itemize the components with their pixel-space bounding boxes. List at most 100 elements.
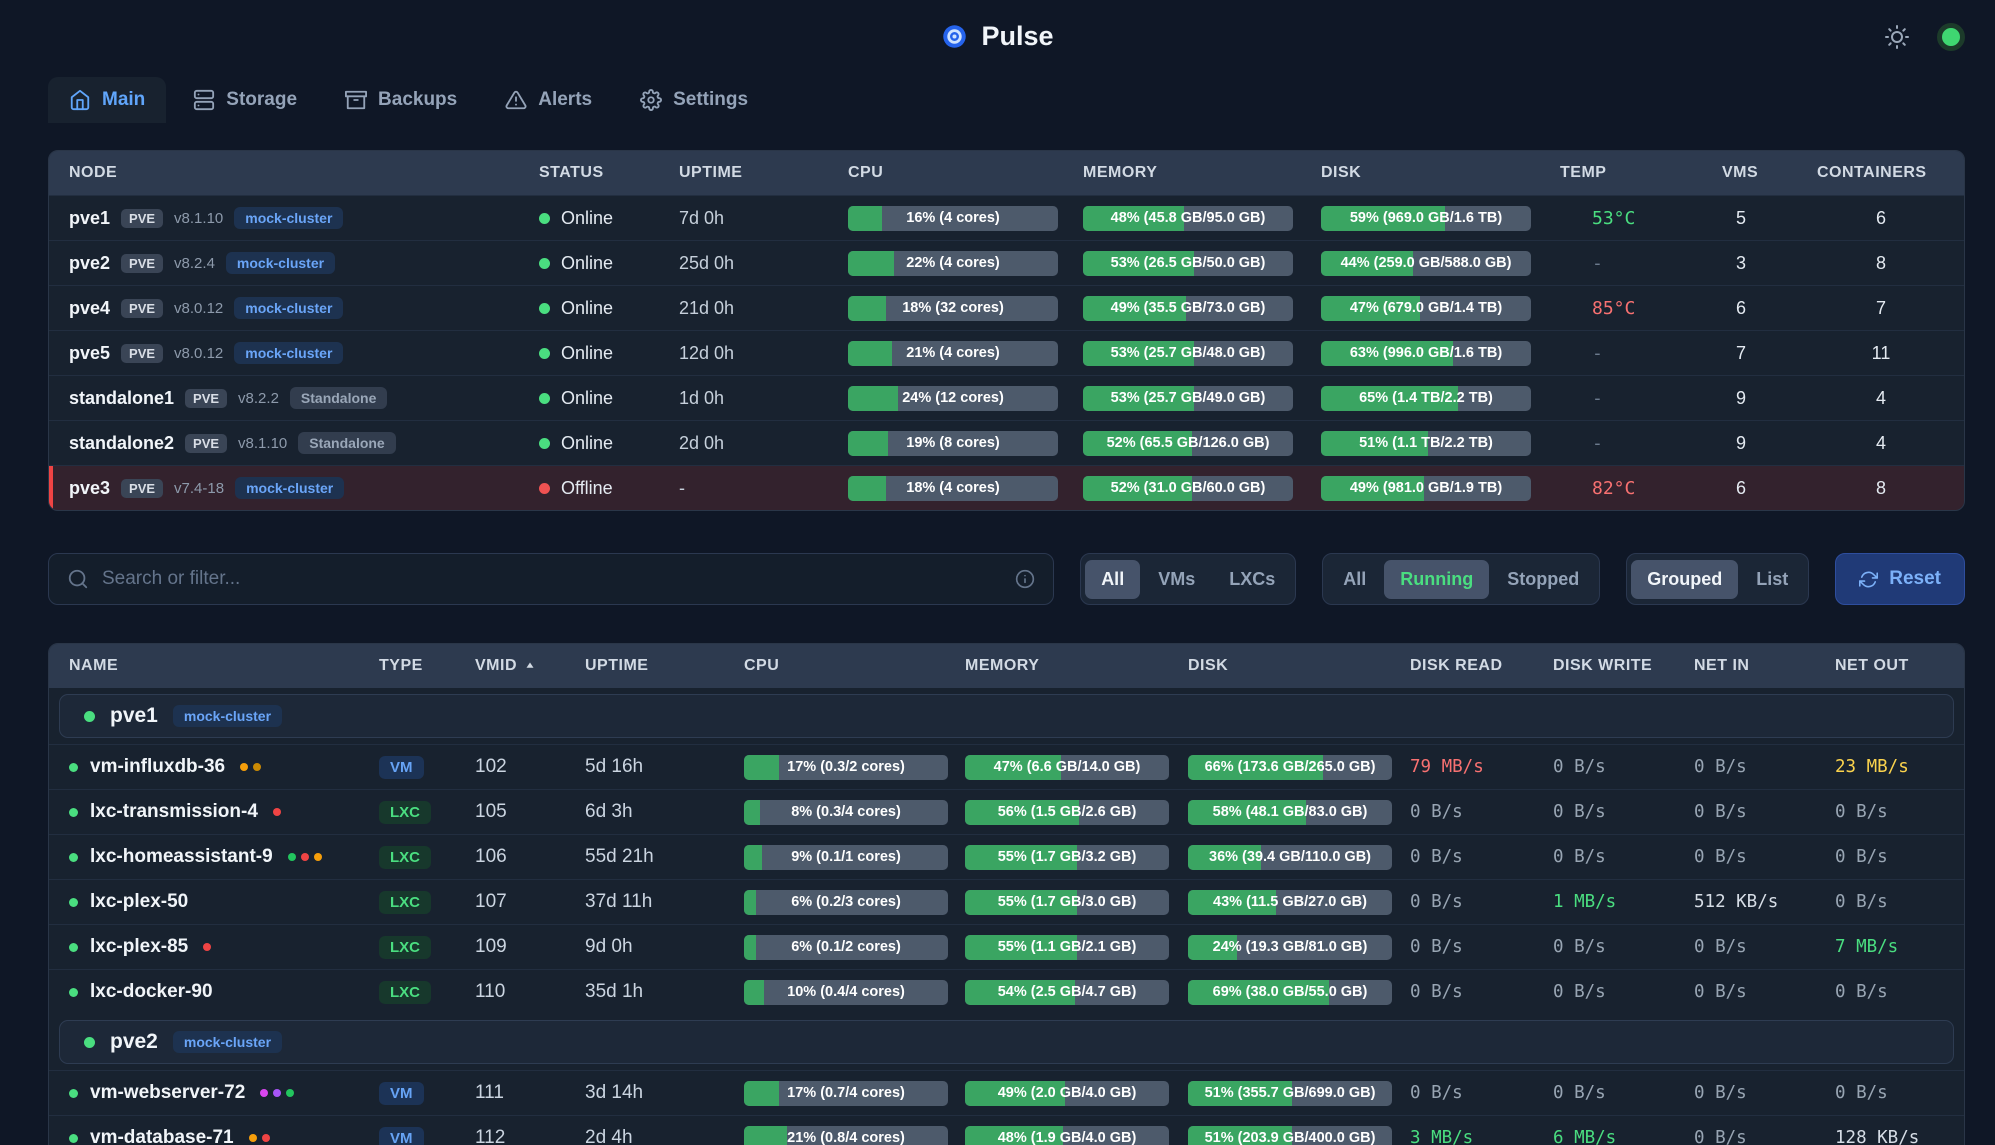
tab-main[interactable]: Main [48,77,166,123]
node-row[interactable]: pve3PVEv7.4-18mock-clusterOffline-18% (4… [49,465,1964,510]
guest-disk-write: 0 B/s [1553,802,1694,822]
node-memory-bar: 52% (31.0 GB/60.0 GB) [1083,476,1293,501]
nodes-col-header-temp[interactable]: TEMP [1560,164,1722,182]
guest-disk-write: 0 B/s [1553,937,1694,957]
guests-col-header-net-in[interactable]: NET IN [1694,657,1835,675]
guest-row[interactable]: lxc-plex-50LXC10737d 11h6% (0.2/3 cores)… [49,879,1964,924]
node-group-header[interactable]: pve1mock-cluster [59,694,1954,738]
guests-col-header-vmid[interactable]: VMID [475,657,585,675]
guest-net-in: 0 B/s [1694,757,1835,777]
nodes-col-header-uptime[interactable]: UPTIME [679,164,848,182]
nodes-col-header-status[interactable]: STATUS [539,164,679,182]
guest-name-cell: lxc-docker-90 [69,981,379,1003]
tab-bar: MainStorageBackupsAlertsSettings [0,73,1995,123]
theme-toggle-button[interactable] [1885,25,1909,49]
node-status: Online [539,343,679,364]
node-status: Offline [539,478,679,499]
guests-col-header-type[interactable]: TYPE [379,657,475,675]
node-status: Online [539,388,679,409]
node-containers-count: 8 [1817,253,1945,274]
guest-disk-bar: 66% (173.6 GB/265.0 GB) [1188,755,1392,780]
tab-backups[interactable]: Backups [324,77,478,123]
nodes-table-body: pve1PVEv8.1.10mock-clusterOnline7d 0h16%… [49,195,1964,510]
filter-state-stopped[interactable]: Stopped [1491,560,1595,599]
node-vms-count: 6 [1722,478,1817,499]
nodes-col-header-cpu[interactable]: CPU [848,164,1083,182]
node-row[interactable]: standalone2PVEv8.1.10StandaloneOnline2d … [49,420,1964,465]
guest-vmid: 110 [475,981,585,1003]
info-icon[interactable] [1015,569,1035,589]
guests-col-header-name[interactable]: NAME [69,657,379,675]
guest-tag-dots [260,1089,294,1097]
guest-tag-dots [273,808,281,816]
guests-col-header-memory[interactable]: MEMORY [965,657,1188,675]
guests-col-header-disk-read[interactable]: DISK READ [1410,657,1553,675]
node-row[interactable]: pve2PVEv8.2.4mock-clusterOnline25d 0h22%… [49,240,1964,285]
cluster-badge: mock-cluster [235,477,344,499]
node-containers-count: 11 [1817,343,1945,364]
node-version: v7.4-18 [174,480,224,497]
node-memory-bar: 53% (25.7 GB/49.0 GB) [1083,386,1293,411]
node-version: v8.2.4 [174,255,215,272]
tab-settings[interactable]: Settings [619,77,769,123]
guest-row[interactable]: lxc-docker-90LXC11035d 1h10% (0.4/4 core… [49,969,1964,1014]
node-containers-count: 8 [1817,478,1945,499]
guest-net-in: 0 B/s [1694,937,1835,957]
filter-type-vms[interactable]: VMs [1142,560,1211,599]
nodes-col-header-memory[interactable]: MEMORY [1083,164,1321,182]
node-row[interactable]: pve1PVEv8.1.10mock-clusterOnline7d 0h16%… [49,195,1964,240]
filter-type-lxcs[interactable]: LXCs [1213,560,1291,599]
search-input[interactable] [102,568,1002,590]
node-name: pve5 [69,343,110,364]
guests-col-header-uptime[interactable]: UPTIME [585,657,744,675]
filter-state-all[interactable]: All [1327,560,1382,599]
node-group-header[interactable]: pve2mock-cluster [59,1020,1954,1064]
connection-status-indicator [1937,23,1965,51]
tab-alerts[interactable]: Alerts [484,77,613,123]
filter-state-running[interactable]: Running [1384,560,1489,599]
tag-dot [253,763,261,771]
nodes-col-header-node[interactable]: NODE [69,164,539,182]
guest-memory-bar: 47% (6.6 GB/14.0 GB) [965,755,1169,780]
nodes-col-header-vms[interactable]: VMS [1722,164,1817,182]
guest-row[interactable]: lxc-plex-85LXC1099d 0h6% (0.1/2 cores)55… [49,924,1964,969]
tab-storage[interactable]: Storage [172,77,318,123]
filter-type-all[interactable]: All [1085,560,1140,599]
node-cpu-bar: 16% (4 cores) [848,206,1058,231]
header-actions [1885,23,1965,51]
tag-dot [273,1089,281,1097]
guest-row[interactable]: lxc-transmission-4LXC1056d 3h8% (0.3/4 c… [49,789,1964,834]
guest-disk-bar: 51% (203.9 GB/400.0 GB) [1188,1126,1392,1145]
app-title: Pulse [981,21,1053,52]
guest-vmid: 112 [475,1127,585,1145]
guest-row[interactable]: vm-influxdb-36VM1025d 16h17% (0.3/2 core… [49,744,1964,789]
node-memory-bar: 52% (65.5 GB/126.0 GB) [1083,431,1293,456]
guest-name: lxc-transmission-4 [90,801,258,823]
reset-button[interactable]: Reset [1835,553,1965,605]
nodes-col-header-containers[interactable]: CONTAINERS [1817,164,1945,182]
guests-col-header-disk-write[interactable]: DISK WRITE [1553,657,1694,675]
node-row[interactable]: pve5PVEv8.0.12mock-clusterOnline12d 0h21… [49,330,1964,375]
guest-type-filter: AllVMsLXCs [1080,553,1296,605]
guests-col-header-net-out[interactable]: NET OUT [1835,657,1945,675]
guests-col-header-cpu[interactable]: CPU [744,657,965,675]
guest-name-cell: lxc-homeassistant-9 [69,846,379,868]
guests-col-header-disk[interactable]: DISK [1188,657,1410,675]
node-containers-count: 4 [1817,388,1945,409]
guests-table-body: pve1mock-cluster vm-influxdb-36VM1025d 16… [49,694,1964,1145]
guest-row[interactable]: lxc-homeassistant-9LXC10655d 21h9% (0.1/… [49,834,1964,879]
guest-net-out: 23 MB/s [1835,757,1945,777]
guest-row[interactable]: vm-database-71VM1122d 4h21% (0.8/4 cores… [49,1115,1964,1145]
nodes-col-header-disk[interactable]: DISK [1321,164,1560,182]
tag-dot [240,763,248,771]
node-row[interactable]: standalone1PVEv8.2.2StandaloneOnline1d 0… [49,375,1964,420]
status-dot [539,438,550,449]
guest-status-dot [69,808,78,817]
node-row[interactable]: pve4PVEv8.0.12mock-clusterOnline21d 0h18… [49,285,1964,330]
pve-badge: PVE [185,434,227,453]
guest-row[interactable]: vm-webserver-72VM1113d 14h17% (0.7/4 cor… [49,1070,1964,1115]
view-mode-list[interactable]: List [1740,560,1804,599]
pve-badge: PVE [121,299,163,318]
tag-dot [288,853,296,861]
view-mode-grouped[interactable]: Grouped [1631,560,1738,599]
